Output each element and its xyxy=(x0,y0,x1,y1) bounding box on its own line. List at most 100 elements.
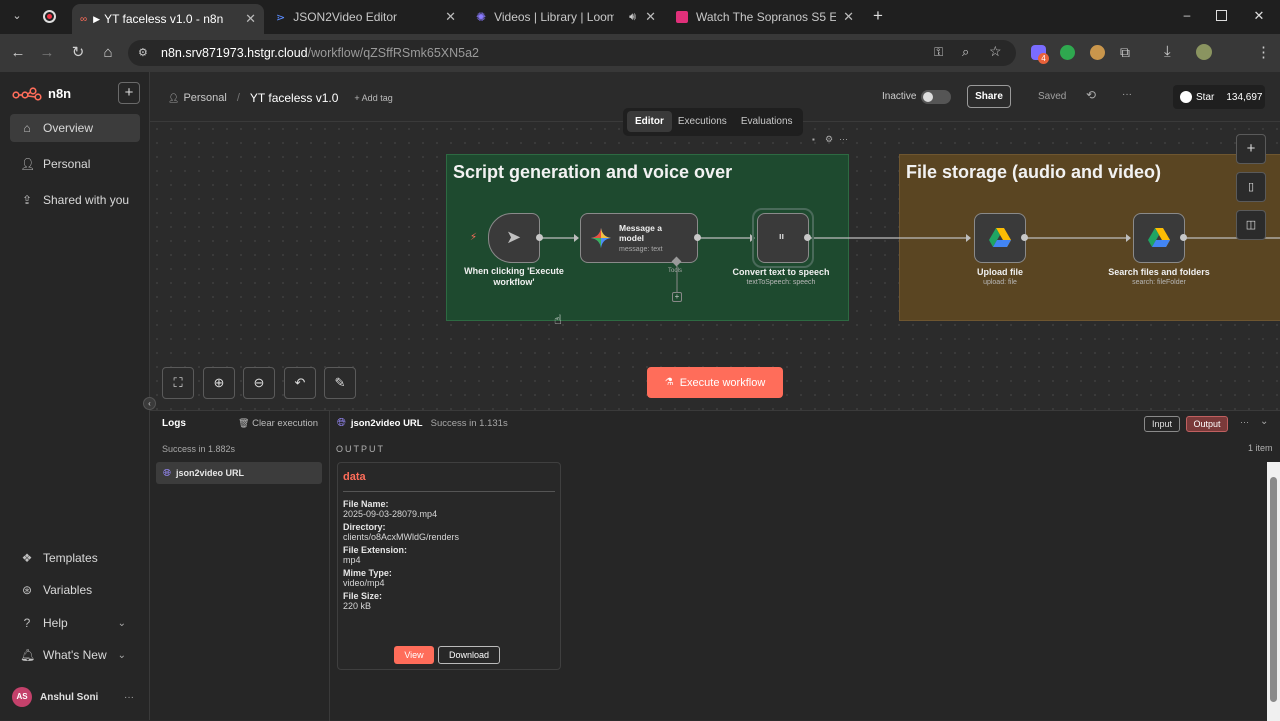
new-tab-button[interactable]: + xyxy=(870,7,886,25)
close-icon[interactable]: ✕ xyxy=(445,9,456,25)
node-label: Upload file xyxy=(976,267,1023,277)
tab-evaluations[interactable]: Evaluations xyxy=(741,116,793,127)
n8n-logo: n8n xyxy=(12,86,71,101)
fit-view-button[interactable]: ⛶ xyxy=(162,367,194,399)
log-entry-json2video[interactable]: 🌐︎ json2video URL xyxy=(156,462,322,484)
tab-editor[interactable]: Editor xyxy=(627,110,672,132)
github-star-button[interactable]: Star 134,697 xyxy=(1173,85,1265,109)
output-handle[interactable] xyxy=(1021,234,1028,241)
sidebar-item-help[interactable]: ? Help ⌄ xyxy=(10,609,140,637)
clear-execution-button[interactable]: 🗑︎ Clear execution xyxy=(238,418,318,429)
tab-n8n[interactable]: ∞ ▶ YT faceless v1.0 - n8n ✕ xyxy=(72,4,264,34)
cursor-extension-icon[interactable] xyxy=(1060,45,1075,60)
maximize-button[interactable] xyxy=(1216,10,1227,21)
history-icon[interactable]: ⟲ xyxy=(1086,88,1096,102)
undo-button[interactable]: ↶ xyxy=(284,367,316,399)
menu-kebab-icon[interactable]: ⋮ xyxy=(1256,43,1271,61)
home-icon[interactable]: ⌂ xyxy=(99,44,117,62)
panel-toggle-button[interactable]: ◫ xyxy=(1236,210,1266,240)
forward-icon[interactable]: → xyxy=(38,44,56,62)
sidebar-item-variables[interactable]: ⊛ Variables xyxy=(10,576,140,604)
more-icon[interactable]: ··· xyxy=(1122,89,1132,100)
add-tool-button[interactable]: + xyxy=(672,292,682,302)
sidebar-item-shared[interactable]: ⇪ Shared with you xyxy=(10,186,140,214)
output-handle[interactable] xyxy=(1180,234,1187,241)
node-label: When clicking 'Execute workflow' xyxy=(464,266,564,287)
sidebar-item-templates[interactable]: ❖ Templates xyxy=(10,544,140,572)
share-button[interactable]: Share xyxy=(967,85,1011,108)
tools-label: Tools xyxy=(668,268,683,274)
view-button[interactable]: View xyxy=(394,646,434,664)
node-message-model[interactable]: Message a model message: text xyxy=(580,213,698,263)
download-button[interactable]: Download xyxy=(438,646,500,664)
speaker-icon[interactable]: 🔊︎ xyxy=(629,11,636,24)
close-icon[interactable]: ✕ xyxy=(645,9,656,25)
close-icon[interactable]: ✕ xyxy=(245,11,256,27)
output-heading: OUTPUT xyxy=(336,444,385,454)
zoom-icon[interactable]: ⌕ xyxy=(962,44,969,60)
node-search-files[interactable] xyxy=(1133,213,1185,263)
json2video-favicon: ⋗ xyxy=(276,11,286,24)
zoom-out-button[interactable]: ⊖ xyxy=(243,367,275,399)
github-icon xyxy=(1180,91,1192,103)
view-tabs: Editor Executions Evaluations xyxy=(623,108,803,134)
breadcrumb-project[interactable]: Personal xyxy=(183,92,226,104)
password-key-icon[interactable]: ⚿ xyxy=(934,45,943,60)
tab-loom[interactable]: ✺ Videos | Library | Loom 🔊︎ ✕ xyxy=(468,4,664,30)
tab-search-icon[interactable]: ⌄ xyxy=(8,9,26,25)
item-count: 1 item xyxy=(1248,443,1273,453)
sidebar-item-overview[interactable]: ⌂ Overview xyxy=(10,114,140,142)
variables-icon: ⊛ xyxy=(21,583,33,597)
google-drive-icon xyxy=(1148,228,1170,247)
profile-avatar-icon[interactable] xyxy=(1196,44,1212,60)
close-icon[interactable]: ✕ xyxy=(843,9,854,25)
sticky-note-button[interactable]: ▯ xyxy=(1236,172,1266,202)
log-entry-label: json2video URL xyxy=(176,468,245,478)
zoom-in-button[interactable]: ⊕ xyxy=(203,367,235,399)
record-icon[interactable] xyxy=(43,10,56,23)
node-upload-file[interactable] xyxy=(974,213,1026,263)
site-info-icon[interactable]: ⚙︎ xyxy=(138,46,148,59)
output-handle[interactable] xyxy=(694,234,701,241)
reload-icon[interactable]: ↻ xyxy=(69,44,87,62)
chevron-down-icon[interactable]: ⌄ xyxy=(1260,416,1268,427)
scrollbar-thumb[interactable] xyxy=(1270,477,1277,702)
user-menu[interactable]: AS Anshul Soni ··· xyxy=(12,685,140,709)
sidebar-item-personal[interactable]: 👤︎ Personal xyxy=(10,150,140,178)
close-window-button[interactable]: ✕ xyxy=(1252,8,1266,23)
bookmark-star-icon[interactable]: ☆ xyxy=(989,43,1002,60)
tab-json2video[interactable]: ⋗ JSON2Video Editor ✕ xyxy=(268,4,464,30)
extensions-puzzle-icon[interactable]: ⧉ xyxy=(1120,44,1130,61)
tab-executions[interactable]: Executions xyxy=(678,116,727,127)
back-icon[interactable]: ← xyxy=(9,44,27,62)
saved-label: Saved xyxy=(1038,91,1067,102)
node-manual-trigger[interactable]: ➤ xyxy=(488,213,540,263)
sidebar-item-whats-new[interactable]: 🔔︎ What's New ⌄ xyxy=(10,641,140,669)
address-bar[interactable]: ⚙︎ n8n.srv871973.hstgr.cloud/workflow/qZ… xyxy=(128,40,1016,66)
workflow-name[interactable]: YT faceless v1.0 xyxy=(250,91,339,105)
add-node-button[interactable]: + xyxy=(1236,134,1266,164)
output-handle[interactable] xyxy=(536,234,543,241)
globe-icon: 🌐︎ xyxy=(337,417,346,429)
tab-sopranos[interactable]: Watch The Sopranos S5 Episod ✕ xyxy=(668,4,862,30)
more-icon[interactable]: ··· xyxy=(124,692,134,703)
add-tag-button[interactable]: + Add tag xyxy=(354,93,392,103)
node-output-header: 🌐︎ json2video URL Success in 1.131s xyxy=(337,417,508,430)
node-text-to-speech[interactable]: ıı xyxy=(757,213,809,263)
more-icon[interactable]: ··· xyxy=(1240,417,1249,427)
minimize-button[interactable]: – xyxy=(1180,8,1194,22)
execute-workflow-button[interactable]: ⚗︎ Execute workflow xyxy=(647,367,783,398)
input-button[interactable]: Input xyxy=(1144,416,1180,432)
download-icon[interactable]: ⤓ xyxy=(1164,43,1171,60)
workflow-canvas[interactable]: Script generation and voice over File st… xyxy=(150,122,1280,410)
node-output-name: json2video URL xyxy=(350,418,423,429)
add-button[interactable]: + xyxy=(118,82,140,104)
active-toggle[interactable] xyxy=(921,90,951,104)
tidy-up-button[interactable]: ✎ xyxy=(324,367,356,399)
loom-favicon: ✺ xyxy=(476,10,487,24)
output-handle[interactable] xyxy=(804,234,811,241)
output-button[interactable]: Output xyxy=(1186,416,1228,432)
cookie-extension-icon[interactable] xyxy=(1090,45,1105,60)
collapse-sidebar-button[interactable]: ‹ xyxy=(143,397,156,410)
mouse-cursor-icon: ☝︎ xyxy=(554,312,562,327)
